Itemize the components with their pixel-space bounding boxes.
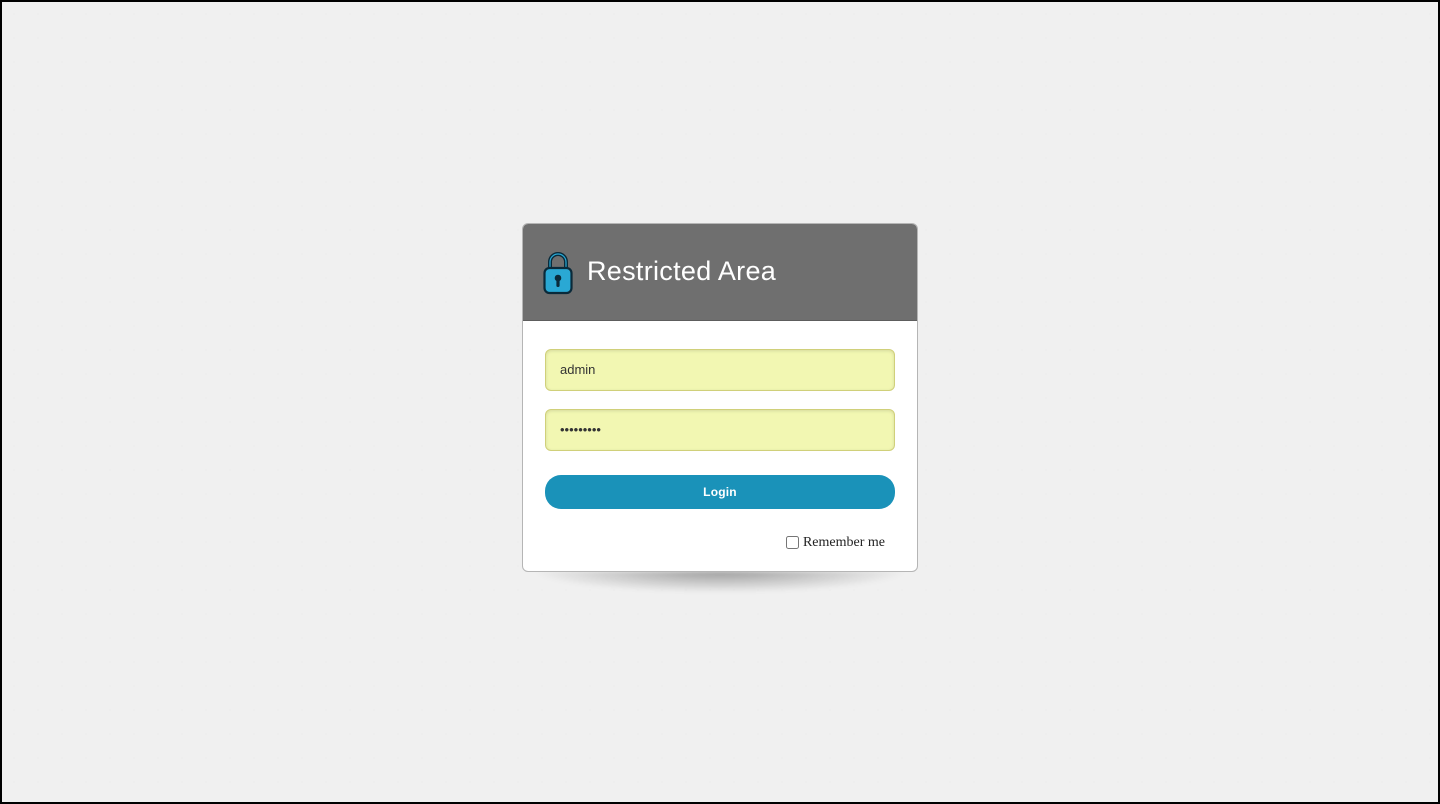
username-input[interactable] <box>545 349 895 391</box>
password-input[interactable] <box>545 409 895 451</box>
lock-icon <box>541 248 575 296</box>
remember-row: Remember me <box>545 535 895 551</box>
login-body: Login Remember me <box>523 321 917 571</box>
login-card: Restricted Area Login Remember me <box>522 223 918 572</box>
login-button[interactable]: Login <box>545 475 895 509</box>
remember-checkbox[interactable] <box>786 536 799 549</box>
login-title: Restricted Area <box>587 256 776 287</box>
login-header: Restricted Area <box>523 224 917 321</box>
remember-label[interactable]: Remember me <box>803 535 885 551</box>
